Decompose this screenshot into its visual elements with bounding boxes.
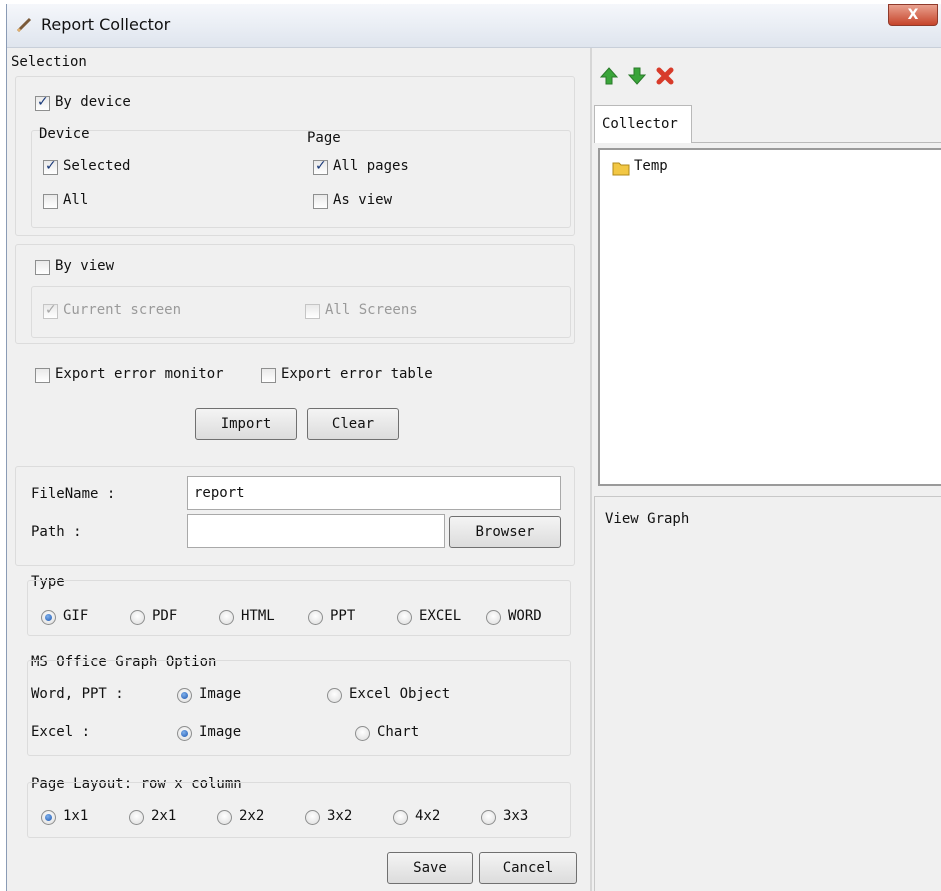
layout-radio-4x2[interactable] xyxy=(393,810,408,825)
view-graph-label: View Graph xyxy=(605,511,690,527)
filename-input[interactable]: report xyxy=(187,476,561,510)
device-all-checkbox[interactable] xyxy=(43,194,58,209)
arrow-up-icon[interactable] xyxy=(599,66,619,86)
layout-radio-3x2[interactable] xyxy=(305,810,320,825)
title-bar: Report Collector X xyxy=(7,4,941,48)
report-collector-window: Report Collector X Selection By device D… xyxy=(6,4,941,891)
page-heading: Page xyxy=(307,130,341,146)
tree-item-label: Temp xyxy=(634,158,668,174)
type-label-ppt: PPT xyxy=(330,608,356,624)
excel-image-label: Image xyxy=(199,724,242,740)
clear-button[interactable]: Clear xyxy=(307,408,399,440)
layout-label-2x2: 2x2 xyxy=(239,808,265,824)
arrow-down-icon[interactable] xyxy=(627,66,647,86)
current-screen-checkbox[interactable] xyxy=(43,302,58,319)
type-radio-ppt[interactable] xyxy=(308,610,323,625)
type-group xyxy=(27,580,571,636)
save-button[interactable]: Save xyxy=(387,852,473,884)
selection-legend: Selection xyxy=(11,54,87,70)
excel-chart-radio[interactable] xyxy=(355,726,370,741)
device-heading: Device xyxy=(39,126,90,142)
all-screens-label: All Screens xyxy=(325,302,418,318)
by-view-label: By view xyxy=(55,258,115,274)
all-screens-checkbox[interactable] xyxy=(305,304,320,319)
type-radio-pdf[interactable] xyxy=(130,610,145,625)
as-view-label: As view xyxy=(333,192,393,208)
word-ppt-image-radio[interactable] xyxy=(177,688,192,703)
window-title: Report Collector xyxy=(41,15,171,34)
type-label-word: WORD xyxy=(508,608,542,624)
tab-collector[interactable]: Collector xyxy=(594,105,692,143)
layout-radio-2x1[interactable] xyxy=(129,810,144,825)
ms-office-group xyxy=(27,660,571,756)
excel-label: Excel : xyxy=(31,724,91,740)
layout-radio-3x3[interactable] xyxy=(481,810,496,825)
panel-divider xyxy=(590,48,592,891)
layout-label-2x1: 2x1 xyxy=(151,808,177,824)
word-ppt-image-label: Image xyxy=(199,686,242,702)
export-error-monitor-checkbox[interactable] xyxy=(35,368,50,383)
type-label-gif: GIF xyxy=(63,608,89,624)
word-ppt-excel-object-radio[interactable] xyxy=(327,688,342,703)
device-selected-label: Selected xyxy=(63,158,131,174)
cancel-button[interactable]: Cancel xyxy=(479,852,577,884)
export-error-monitor-label: Export error monitor xyxy=(55,366,224,382)
delete-x-icon[interactable] xyxy=(655,66,675,86)
filename-label: FileName : xyxy=(31,486,116,502)
device-all-label: All xyxy=(63,192,89,208)
folder-icon xyxy=(612,162,630,176)
path-input[interactable] xyxy=(187,514,445,548)
type-radio-gif[interactable] xyxy=(41,610,56,625)
excel-chart-label: Chart xyxy=(377,724,420,740)
import-button[interactable]: Import xyxy=(195,408,297,440)
layout-label-3x2: 3x2 xyxy=(327,808,353,824)
close-button[interactable]: X xyxy=(888,4,938,26)
excel-image-radio[interactable] xyxy=(177,726,192,741)
browser-button[interactable]: Browser xyxy=(449,516,561,548)
by-device-checkbox[interactable] xyxy=(35,94,50,111)
pencil-icon xyxy=(16,17,32,33)
device-selected-checkbox[interactable] xyxy=(43,158,58,175)
word-ppt-label: Word, PPT : xyxy=(31,686,124,702)
path-label: Path : xyxy=(31,524,82,540)
layout-label-4x2: 4x2 xyxy=(415,808,441,824)
all-pages-checkbox[interactable] xyxy=(313,158,328,175)
type-radio-excel[interactable] xyxy=(397,610,412,625)
layout-radio-2x2[interactable] xyxy=(217,810,232,825)
by-view-checkbox[interactable] xyxy=(35,260,50,275)
layout-label-3x3: 3x3 xyxy=(503,808,529,824)
type-label-html: HTML xyxy=(241,608,275,624)
device-page-group xyxy=(31,130,571,228)
type-radio-html[interactable] xyxy=(219,610,234,625)
collector-tree[interactable]: Temp xyxy=(598,148,941,486)
type-label-excel: EXCEL xyxy=(419,608,462,624)
word-ppt-excel-object-label: Excel Object xyxy=(349,686,451,702)
type-radio-word[interactable] xyxy=(486,610,501,625)
as-view-checkbox[interactable] xyxy=(313,194,328,209)
export-error-table-label: Export error table xyxy=(281,366,433,382)
current-screen-label: Current screen xyxy=(63,302,182,318)
by-device-label: By device xyxy=(55,94,131,110)
layout-label-1x1: 1x1 xyxy=(63,808,89,824)
layout-radio-1x1[interactable] xyxy=(41,810,56,825)
export-error-table-checkbox[interactable] xyxy=(261,368,276,383)
view-graph-panel: View Graph xyxy=(594,496,941,891)
type-label-pdf: PDF xyxy=(152,608,178,624)
all-pages-label: All pages xyxy=(333,158,409,174)
